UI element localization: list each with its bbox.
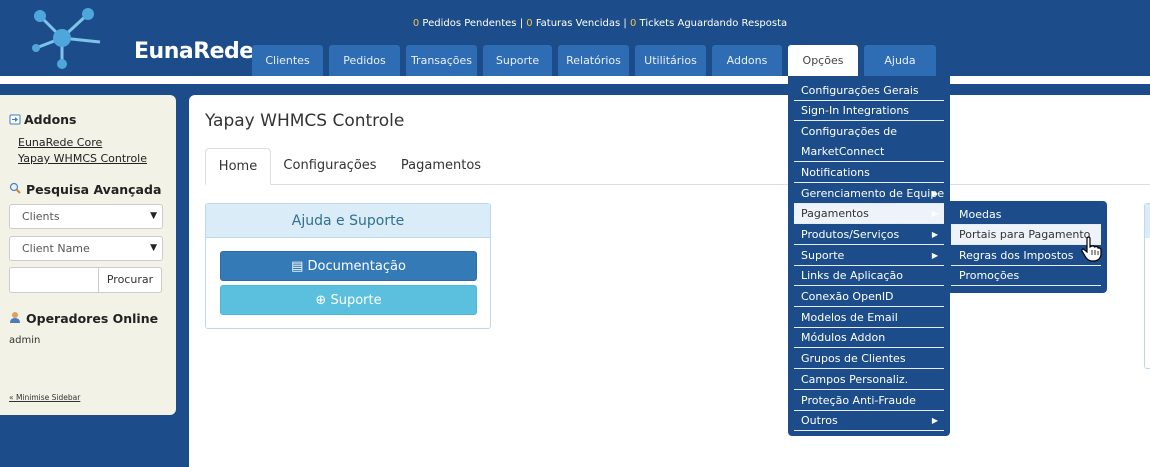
search-field-select[interactable]: Client Name ▼ bbox=[9, 236, 163, 261]
chevron-right-icon: ▶ bbox=[931, 416, 938, 425]
header-divider bbox=[0, 76, 1150, 84]
partial-panel-right bbox=[1144, 203, 1150, 369]
menu-item-links-aplicacao[interactable]: Links de Aplicação bbox=[794, 266, 944, 286]
online-operator-name[interactable]: admin bbox=[9, 335, 40, 346]
addon-link-yapay[interactable]: Yapay WHMCS Controle bbox=[18, 152, 147, 165]
menu-item-label: Pagamentos bbox=[801, 207, 869, 220]
chevron-right-icon: ▶ bbox=[931, 209, 938, 218]
network-nodes-icon bbox=[32, 8, 101, 69]
book-icon: ▤ bbox=[291, 259, 304, 274]
chevron-right-icon: ▶ bbox=[931, 189, 938, 198]
tab-configuracoes[interactable]: Configurações bbox=[277, 148, 383, 185]
menu-item-gerenciamento-equipe[interactable]: Gerenciamento de Equipe ▶ bbox=[794, 184, 944, 204]
documentation-label: Documentação bbox=[307, 259, 406, 274]
support-button[interactable]: ⊕ Suporte bbox=[220, 285, 477, 315]
sidebar: Addons EunaRede Core Yapay WHMCS Control… bbox=[0, 95, 176, 415]
search-input[interactable] bbox=[9, 267, 99, 293]
help-support-title: Ajuda e Suporte bbox=[206, 204, 490, 238]
menu-item-configuracoes-gerais[interactable]: Configurações Gerais bbox=[794, 81, 944, 101]
chevron-down-icon: ▼ bbox=[150, 211, 157, 221]
magnifier-icon bbox=[9, 182, 21, 194]
chevron-down-icon: ▼ bbox=[150, 243, 157, 253]
documentation-button[interactable]: ▤ Documentação bbox=[220, 251, 477, 281]
support-label: Suporte bbox=[330, 293, 382, 308]
pending-orders-count[interactable]: 0 bbox=[413, 18, 419, 29]
logo-text: EunaRede bbox=[134, 39, 254, 64]
overdue-invoices-link[interactable]: Faturas Vencidas bbox=[536, 18, 620, 29]
partial-panel-header bbox=[1145, 204, 1150, 238]
menu-item-configuracoes-de[interactable]: Configurações de bbox=[794, 122, 944, 142]
submenu-item-promocoes[interactable]: Promoções bbox=[951, 266, 1101, 286]
menu-item-sign-in-integrations[interactable]: Sign-In Integrations bbox=[794, 101, 944, 121]
tab-home[interactable]: Home bbox=[205, 148, 271, 185]
menu-item-conexao-openid[interactable]: Conexão OpenID bbox=[794, 287, 944, 307]
user-icon bbox=[10, 312, 20, 323]
menu-item-modulos-addon[interactable]: Módulos Addon bbox=[794, 328, 944, 348]
minimise-sidebar-link[interactable]: « Minimise Sidebar bbox=[9, 393, 80, 402]
nav-tab-transacoes[interactable]: Transações bbox=[406, 45, 477, 76]
help-support-panel: Ajuda e Suporte ▤ Documentação ⊕ Suporte bbox=[205, 203, 491, 329]
menu-item-label: Gerenciamento de Equipe bbox=[801, 187, 944, 200]
nav-tab-utilitarios[interactable]: Utilitários bbox=[635, 45, 706, 76]
menu-item-label: Outros bbox=[801, 414, 838, 427]
menu-item-grupos-clientes[interactable]: Grupos de Clientes bbox=[794, 349, 944, 369]
search-field-value: Client Name bbox=[22, 242, 90, 255]
menu-item-label: Produtos/Serviços bbox=[801, 228, 900, 241]
status-divider: | bbox=[519, 18, 524, 29]
search-type-select[interactable]: Clients ▼ bbox=[9, 204, 163, 229]
nav-tab-relatorios[interactable]: Relatórios bbox=[558, 45, 629, 76]
nav-tab-opcoes[interactable]: Opções bbox=[788, 45, 858, 76]
menu-item-protecao-anti-fraude[interactable]: Proteção Anti-Fraude bbox=[794, 391, 944, 411]
advanced-search-heading: Pesquisa Avançada bbox=[26, 182, 162, 197]
menu-item-modelos-email[interactable]: Modelos de Email bbox=[794, 308, 944, 328]
menu-item-pagamentos[interactable]: Pagamentos ▶ bbox=[794, 204, 944, 224]
page-title: Yapay WHMCS Controle bbox=[205, 111, 405, 131]
puzzle-icon bbox=[9, 114, 21, 125]
menu-item-marketconnect[interactable]: MarketConnect bbox=[794, 142, 944, 162]
pending-orders-link[interactable]: Pedidos Pendentes bbox=[422, 18, 516, 29]
submenu-item-regras-impostos[interactable]: Regras dos Impostos bbox=[951, 246, 1101, 266]
search-type-value: Clients bbox=[22, 210, 60, 223]
logo[interactable]: EunaRede bbox=[30, 6, 254, 70]
nav-tab-addons[interactable]: Addons bbox=[712, 45, 782, 76]
tab-pagamentos[interactable]: Pagamentos bbox=[395, 148, 487, 185]
tickets-count[interactable]: 0 bbox=[630, 18, 636, 29]
nav-tab-suporte[interactable]: Suporte bbox=[483, 45, 552, 76]
submenu-item-moedas[interactable]: Moedas bbox=[951, 205, 1101, 225]
options-dropdown-menu: Configurações Gerais Sign-In Integration… bbox=[788, 76, 950, 436]
tickets-link[interactable]: Tickets Aguardando Resposta bbox=[640, 18, 788, 29]
menu-item-campos-personalizados[interactable]: Campos Personaliz. bbox=[794, 370, 944, 390]
nav-tab-pedidos[interactable]: Pedidos bbox=[329, 45, 400, 76]
addon-link-eunarede-core[interactable]: EunaRede Core bbox=[18, 136, 102, 149]
nav-tab-clientes[interactable]: Clientes bbox=[252, 45, 323, 76]
submenu-item-portais-pagamento[interactable]: Portais para Pagamento bbox=[951, 225, 1101, 245]
chevron-right-icon: ▶ bbox=[931, 251, 938, 260]
menu-item-suporte[interactable]: Suporte ▶ bbox=[794, 246, 944, 266]
search-button[interactable]: Procurar bbox=[98, 267, 162, 293]
addons-heading: Addons bbox=[24, 112, 77, 127]
lifebuoy-icon: ⊕ bbox=[315, 293, 327, 308]
hand-pointer-icon bbox=[1081, 236, 1102, 262]
overdue-invoices-count[interactable]: 0 bbox=[526, 18, 532, 29]
status-divider: | bbox=[623, 18, 627, 29]
nav-tab-ajuda[interactable]: Ajuda bbox=[864, 45, 936, 76]
menu-item-produtos-servicos[interactable]: Produtos/Serviços ▶ bbox=[794, 225, 944, 245]
online-operators-heading: Operadores Online bbox=[26, 311, 159, 326]
menu-item-label: Suporte bbox=[801, 249, 845, 262]
chevron-right-icon: ▶ bbox=[931, 230, 938, 239]
menu-item-outros[interactable]: Outros ▶ bbox=[794, 411, 944, 431]
menu-item-notifications[interactable]: Notifications bbox=[794, 163, 944, 183]
status-bar: 0 Pedidos Pendentes | 0 Faturas Vencidas… bbox=[0, 18, 1150, 29]
top-header: EunaRede 0 Pedidos Pendentes | 0 Faturas… bbox=[0, 0, 1150, 76]
